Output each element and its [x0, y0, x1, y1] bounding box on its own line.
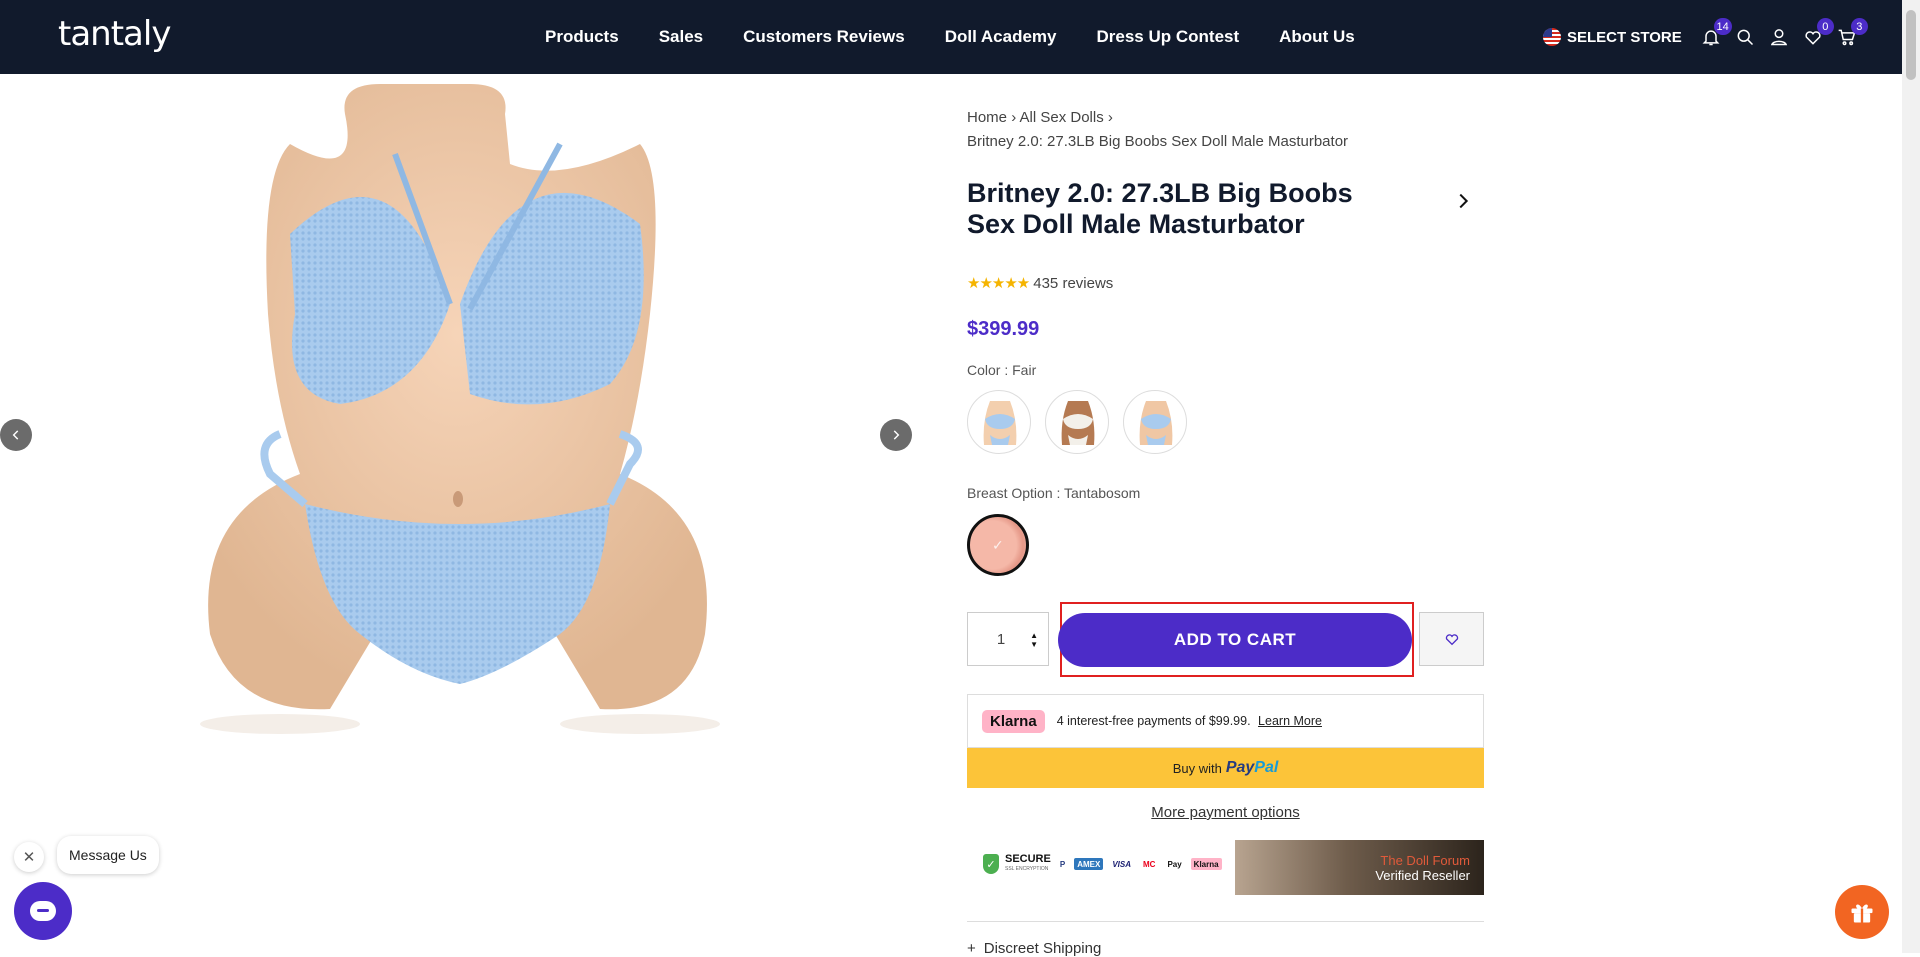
chat-launcher-button[interactable]: [14, 882, 72, 940]
breast-option-tantabosom[interactable]: ✓: [967, 514, 1029, 576]
tantaly-logo[interactable]: tantaly: [58, 14, 171, 54]
amex-icon: AMEX: [1074, 858, 1104, 870]
color-swatch-fair[interactable]: [967, 390, 1031, 454]
paypal-logo-pal: Pal: [1254, 759, 1279, 776]
search-button[interactable]: [1730, 22, 1760, 52]
breadcrumb-category[interactable]: All Sex Dolls: [1020, 109, 1104, 126]
heart-icon: [1445, 634, 1458, 646]
breadcrumb-current: Britney 2.0: 27.3LB Big Boobs Sex Doll M…: [967, 133, 1349, 150]
nav-products[interactable]: Products: [545, 27, 619, 47]
swatch-thumbnail-icon: [1061, 401, 1095, 445]
chevron-right-icon: [893, 430, 900, 440]
account-button[interactable]: [1764, 22, 1794, 52]
checkmark-icon: ✓: [992, 537, 1004, 553]
notifications-button[interactable]: 14: [1696, 18, 1732, 52]
star-rating-icon: ★★★★★: [967, 275, 1030, 292]
review-count: 435 reviews: [1033, 274, 1114, 292]
discreet-shipping-accordion[interactable]: + Discreet Shipping: [967, 940, 1101, 957]
secure-subtitle: SSL ENCRYPTION: [1005, 866, 1049, 872]
discreet-shipping-label: Discreet Shipping: [983, 940, 1102, 957]
product-price: $399.99: [967, 318, 1040, 340]
breadcrumb: Home › All Sex Dolls › Britney 2.0: 27.3…: [967, 106, 1484, 154]
color-swatch-tan[interactable]: [1045, 390, 1109, 454]
gift-rewards-button[interactable]: [1835, 885, 1889, 939]
us-flag-icon: [1543, 28, 1561, 46]
add-to-wishlist-button[interactable]: [1419, 612, 1484, 666]
visa-icon: VISA: [1112, 859, 1131, 869]
more-payment-options-link[interactable]: More payment options: [967, 804, 1484, 821]
gallery-prev-button[interactable]: [0, 419, 32, 451]
product-title: Britney 2.0: 27.3LB Big Boobs Sex Doll M…: [967, 178, 1353, 239]
close-icon: ✕: [22, 849, 36, 866]
gallery-next-button[interactable]: [880, 419, 912, 451]
chat-message-label: Message Us: [69, 847, 147, 863]
klarna-logo: Klarna: [982, 709, 1045, 733]
secure-payment-badges: ✓ SECURE SSL ENCRYPTION P AMEX VISA MC P…: [983, 854, 1222, 874]
select-store-label: SELECT STORE: [1567, 28, 1682, 46]
swatch-thumbnail-icon: [1139, 401, 1173, 445]
color-option-label: Color : Fair: [967, 362, 1037, 378]
plus-icon: +: [967, 940, 976, 957]
breast-option-label: Breast Option : Tantabosom: [967, 485, 1141, 501]
apple-pay-icon: Pay: [1167, 859, 1182, 869]
paypal-prefix: Buy with: [1172, 760, 1222, 776]
nav-customers-reviews[interactable]: Customers Reviews: [743, 27, 905, 47]
klarna-installments: Klarna 4 interest-free payments of $99.9…: [967, 694, 1484, 748]
cart-button[interactable]: 3: [1832, 18, 1868, 52]
chevron-right-icon: [1459, 193, 1469, 209]
paypal-icon: P: [1059, 859, 1066, 869]
paypal-button[interactable]: Buy with PayPal: [967, 748, 1484, 788]
logo-text: tantaly: [58, 14, 171, 54]
quantity-stepper[interactable]: 1 ▲ ▼: [967, 612, 1049, 666]
chevron-left-icon: [12, 430, 19, 440]
cart-badge: 3: [1850, 18, 1868, 35]
color-swatches: [967, 390, 1187, 454]
forum-name: The Doll Forum: [1380, 852, 1470, 868]
klarna-icon: Klarna: [1190, 858, 1222, 870]
paypal-logo-pay: Pay: [1225, 759, 1255, 776]
shield-check-icon: ✓: [983, 854, 999, 874]
user-icon: [1770, 29, 1787, 46]
stepper-arrows-icon[interactable]: ▲ ▼: [1030, 631, 1038, 649]
main-nav: Products Sales Customers Reviews Doll Ac…: [545, 0, 1395, 74]
chat-message-bubble[interactable]: Message Us: [57, 836, 159, 874]
quantity-value[interactable]: 1: [997, 631, 1005, 648]
nav-dress-up-contest[interactable]: Dress Up Contest: [1097, 27, 1240, 47]
header-actions: SELECT STORE 14 0 3: [1543, 0, 1868, 74]
scrollbar-thumb[interactable]: [1906, 10, 1916, 80]
paypal-logo: PayPal: [1226, 759, 1278, 777]
nav-about-us[interactable]: About Us: [1279, 27, 1355, 47]
breadcrumb-separator-icon: ›: [1107, 109, 1113, 126]
breadcrumb-home[interactable]: Home: [967, 109, 1007, 126]
product-image[interactable]: [0, 74, 925, 794]
page-scrollbar[interactable]: [1902, 0, 1920, 953]
color-swatch-light[interactable]: [1123, 390, 1187, 454]
product-rating[interactable]: ★★★★★ 435 reviews: [967, 274, 1114, 293]
doll-forum-verified-badge[interactable]: The Doll Forum Verified Reseller: [1235, 840, 1484, 895]
product-gallery: [0, 74, 925, 794]
swatch-thumbnail-icon: [983, 401, 1017, 445]
secure-badge: SECURE SSL ENCRYPTION: [1005, 854, 1051, 874]
breadcrumb-separator-icon: ›: [1011, 109, 1020, 126]
nav-doll-academy[interactable]: Doll Academy: [945, 27, 1057, 47]
nav-sales[interactable]: Sales: [659, 27, 703, 47]
select-store-button[interactable]: SELECT STORE: [1543, 28, 1682, 46]
klarna-text: 4 interest-free payments of $99.99. Lear…: [1057, 714, 1322, 728]
chat-icon: [30, 901, 56, 921]
chat-close-button[interactable]: ✕: [14, 842, 44, 872]
next-product-button[interactable]: [1452, 190, 1474, 212]
add-to-cart-button[interactable]: ADD TO CART: [1058, 613, 1412, 667]
divider: [967, 921, 1484, 922]
klarna-learn-more-link[interactable]: Learn More: [1258, 714, 1322, 728]
search-icon: [1737, 29, 1753, 46]
klarna-installment-text: 4 interest-free payments of $99.99.: [1056, 714, 1251, 728]
gift-icon: [1851, 904, 1873, 923]
mastercard-icon: MC: [1142, 859, 1156, 869]
site-header: tantaly Products Sales Customers Reviews…: [0, 0, 1902, 74]
forum-status: Verified Reseller: [1375, 867, 1470, 883]
wishlist-button[interactable]: 0: [1798, 18, 1834, 52]
